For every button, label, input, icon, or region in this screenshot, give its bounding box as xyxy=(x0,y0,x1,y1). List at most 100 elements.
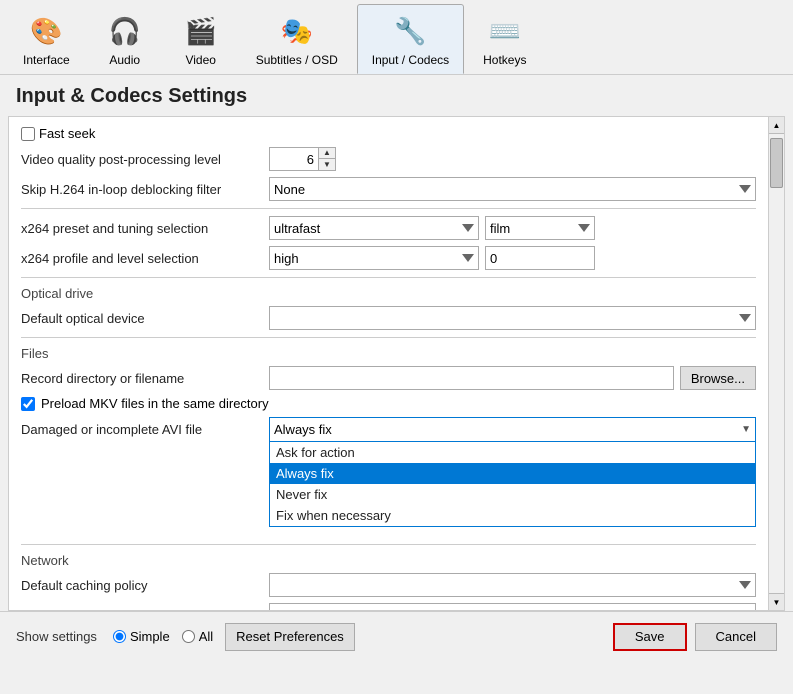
x264-profile-select[interactable]: high xyxy=(269,246,479,270)
record-dir-row: Record directory or filename Browse... xyxy=(21,363,756,393)
x264-profile-label: x264 profile and level selection xyxy=(21,251,261,266)
optical-device-label: Default optical device xyxy=(21,311,261,326)
damaged-avi-row: Damaged or incomplete AVI file Always fi… xyxy=(21,414,756,444)
x264-level-input[interactable] xyxy=(485,246,595,270)
scroll-thumb[interactable] xyxy=(770,138,783,188)
subtitles-icon: 🎭 xyxy=(277,11,317,51)
damaged-avi-label: Damaged or incomplete AVI file xyxy=(21,422,261,437)
fast-seek-label: Fast seek xyxy=(39,126,95,141)
bottom-actions: Save Cancel xyxy=(613,623,777,651)
optical-device-control xyxy=(269,306,756,330)
dropdown-option-never-fix[interactable]: Never fix xyxy=(270,484,755,505)
tab-audio-label: Audio xyxy=(109,53,140,67)
http-proxy-label: HTTP proxy URL xyxy=(21,608,261,611)
tab-audio[interactable]: 🎧 Audio xyxy=(89,4,161,74)
http-proxy-row: HTTP proxy URL xyxy=(21,600,756,610)
tab-hotkeys-label: Hotkeys xyxy=(483,53,526,67)
tab-input-codecs[interactable]: 🔧 Input / Codecs xyxy=(357,4,464,74)
preload-mkv-row: Preload MKV files in the same directory xyxy=(21,393,756,414)
dropdown-option-ask[interactable]: Ask for action xyxy=(270,442,755,463)
http-proxy-control xyxy=(269,603,756,610)
caching-row: Default caching policy xyxy=(21,570,756,600)
simple-label: Simple xyxy=(130,629,170,644)
skip-h264-row: Skip H.264 in-loop deblocking filter Non… xyxy=(21,174,756,204)
all-label: All xyxy=(199,629,213,644)
dropdown-arrow-icon: ▼ xyxy=(741,424,751,435)
cancel-button[interactable]: Cancel xyxy=(695,623,777,651)
input-codecs-icon: 🔧 xyxy=(390,11,430,51)
separator-2 xyxy=(21,277,756,278)
dropdown-option-fix-when[interactable]: Fix when necessary xyxy=(270,505,755,526)
x264-preset-label: x264 preset and tuning selection xyxy=(21,221,261,236)
all-radio-item[interactable]: All xyxy=(182,629,213,644)
optical-device-select[interactable] xyxy=(269,306,756,330)
optical-device-row: Default optical device xyxy=(21,303,756,333)
page-title: Input & Codecs Settings xyxy=(0,75,793,116)
tab-interface-label: Interface xyxy=(23,53,70,67)
scrollbar: ▲ ▼ xyxy=(768,117,784,610)
tab-input-codecs-label: Input / Codecs xyxy=(372,53,449,67)
tab-hotkeys[interactable]: ⌨️ Hotkeys xyxy=(468,4,541,74)
nav-tabs: 🎨 Interface 🎧 Audio 🎬 Video 🎭 Subtitles … xyxy=(0,0,793,75)
browse-button[interactable]: Browse... xyxy=(680,366,756,390)
tab-subtitles-label: Subtitles / OSD xyxy=(256,53,338,67)
x264-tuning-select[interactable]: film xyxy=(485,216,595,240)
show-settings-label: Show settings xyxy=(16,629,97,644)
tab-interface[interactable]: 🎨 Interface xyxy=(8,4,85,74)
network-header: Network xyxy=(21,549,756,570)
video-quality-label: Video quality post-processing level xyxy=(21,152,261,167)
preload-mkv-label: Preload MKV files in the same directory xyxy=(41,396,269,411)
tab-video-label: Video xyxy=(185,53,215,67)
caching-label: Default caching policy xyxy=(21,578,261,593)
x264-profile-row: x264 profile and level selection high xyxy=(21,243,756,273)
all-radio[interactable] xyxy=(182,630,195,643)
audio-icon: 🎧 xyxy=(105,11,145,51)
scroll-down-button[interactable]: ▼ xyxy=(769,593,784,610)
video-quality-input[interactable] xyxy=(269,147,319,171)
video-quality-row: Video quality post-processing level ▲ ▼ xyxy=(21,144,756,174)
separator-4 xyxy=(21,544,756,545)
record-dir-input[interactable] xyxy=(269,366,674,390)
separator-1 xyxy=(21,208,756,209)
spin-down-button[interactable]: ▼ xyxy=(319,159,335,170)
x264-preset-select[interactable]: ultrafast xyxy=(269,216,479,240)
skip-h264-label: Skip H.264 in-loop deblocking filter xyxy=(21,182,261,197)
dropdown-option-always-fix[interactable]: Always fix xyxy=(270,463,755,484)
simple-radio-item[interactable]: Simple xyxy=(113,629,170,644)
http-proxy-input[interactable] xyxy=(269,603,756,610)
skip-h264-control: None xyxy=(269,177,756,201)
save-button[interactable]: Save xyxy=(613,623,687,651)
separator-3 xyxy=(21,337,756,338)
record-dir-control: Browse... xyxy=(269,366,756,390)
x264-preset-row: x264 preset and tuning selection ultrafa… xyxy=(21,213,756,243)
simple-radio[interactable] xyxy=(113,630,126,643)
scroll-up-button[interactable]: ▲ xyxy=(769,117,784,134)
optical-drive-header: Optical drive xyxy=(21,282,756,303)
video-quality-spinner: ▲ ▼ xyxy=(269,147,336,171)
preload-mkv-checkbox[interactable] xyxy=(21,397,35,411)
x264-preset-control: ultrafast film xyxy=(269,216,756,240)
tab-video[interactable]: 🎬 Video xyxy=(165,4,237,74)
video-quality-control: ▲ ▼ xyxy=(269,147,756,171)
bottom-bar: Show settings Simple All Reset Preferenc… xyxy=(0,611,793,661)
hotkeys-icon: ⌨️ xyxy=(485,11,525,51)
tab-subtitles[interactable]: 🎭 Subtitles / OSD xyxy=(241,4,353,74)
spin-up-button[interactable]: ▲ xyxy=(319,148,335,159)
interface-icon: 🎨 xyxy=(26,11,66,51)
caching-select[interactable] xyxy=(269,573,756,597)
dropdown-selected[interactable]: Always fix ▼ xyxy=(269,417,756,441)
caching-control xyxy=(269,573,756,597)
damaged-avi-dropdown[interactable]: Always fix ▼ Ask for action Always fix N… xyxy=(269,417,756,441)
scroll-track xyxy=(769,134,784,593)
dropdown-selected-text: Always fix xyxy=(274,422,332,437)
fast-seek-checkbox[interactable] xyxy=(21,127,35,141)
spin-buttons: ▲ ▼ xyxy=(319,147,336,171)
reset-preferences-button[interactable]: Reset Preferences xyxy=(225,623,355,651)
record-dir-label: Record directory or filename xyxy=(21,371,261,386)
dropdown-options-list: Ask for action Always fix Never fix Fix … xyxy=(269,441,756,527)
x264-profile-control: high xyxy=(269,246,756,270)
files-header: Files xyxy=(21,342,756,363)
damaged-avi-control: Always fix ▼ Ask for action Always fix N… xyxy=(269,417,756,441)
video-icon: 🎬 xyxy=(181,11,221,51)
skip-h264-select[interactable]: None xyxy=(269,177,756,201)
